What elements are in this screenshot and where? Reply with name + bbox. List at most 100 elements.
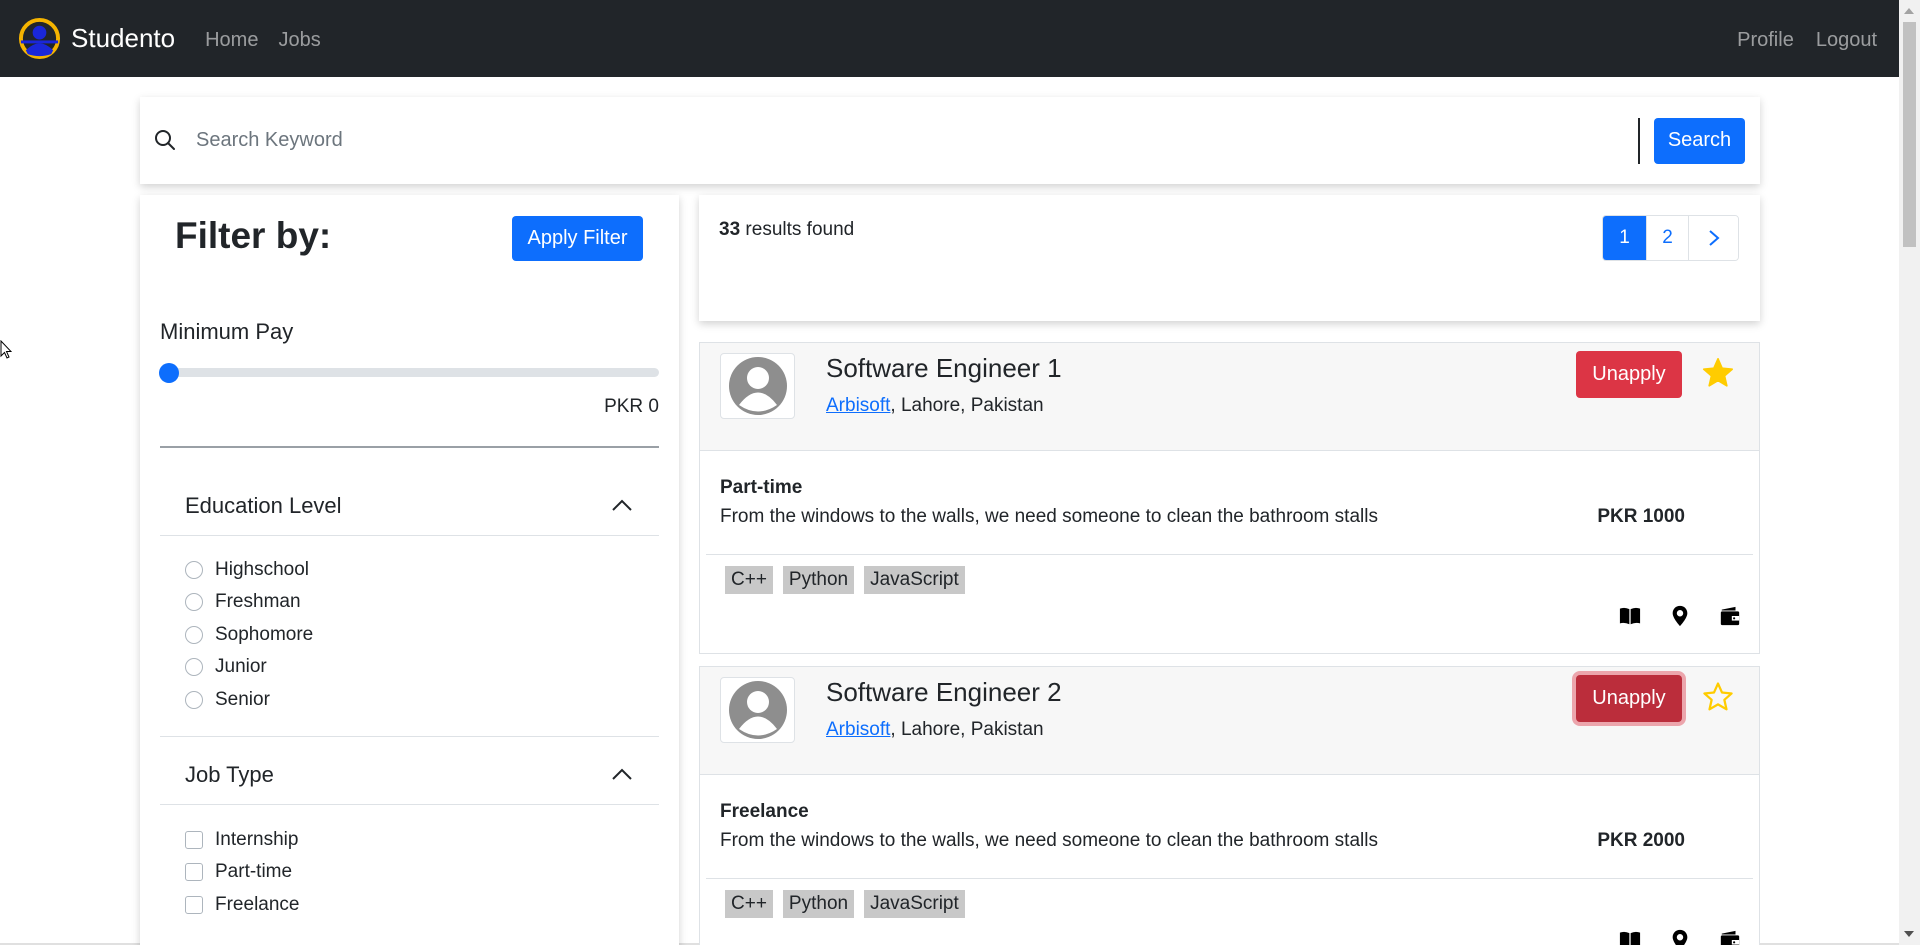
minimum-pay-value: PKR 0	[604, 396, 659, 417]
job-card-header: Software Engineer 1 Arbisoft, Lahore, Pa…	[700, 343, 1759, 451]
skill-tag: C++	[725, 566, 773, 594]
nav-link-logout[interactable]: Logout	[1816, 29, 1877, 52]
skill-tag: Python	[782, 890, 855, 918]
education-option-senior[interactable]: Senior	[185, 689, 270, 711]
divider	[160, 736, 659, 737]
book-icon	[1619, 607, 1641, 625]
job-description: From the windows to the walls, we need s…	[720, 506, 1378, 527]
wallet-icon	[1720, 930, 1740, 945]
filter-panel: Filter by: Apply Filter Minimum Pay PKR …	[140, 195, 679, 945]
checkbox[interactable]	[185, 831, 203, 849]
job-pay: PKR 2000	[1597, 830, 1685, 851]
nav-link-home[interactable]: Home	[205, 29, 258, 52]
chevron-right-icon	[1708, 230, 1720, 246]
brand[interactable]: Studento	[18, 17, 175, 60]
job-type-option-part-time[interactable]: Part-time	[185, 861, 292, 883]
navbar: Studento Home Jobs Profile Logout	[0, 0, 1899, 77]
job-meta-icons	[1619, 929, 1741, 945]
radio-button[interactable]	[185, 561, 203, 579]
job-type-title: Job Type	[185, 762, 274, 787]
skill-tag: JavaScript	[864, 566, 965, 594]
wallet-icon	[1720, 606, 1740, 626]
company-link[interactable]: Arbisoft	[826, 719, 890, 740]
checkbox[interactable]	[185, 863, 203, 881]
scroll-down-icon[interactable]	[1904, 931, 1914, 937]
user-placeholder-icon	[728, 681, 787, 739]
book-icon	[1619, 931, 1641, 945]
job-card-header: Software Engineer 2 Arbisoft, Lahore, Pa…	[700, 667, 1759, 775]
search-input[interactable]	[196, 129, 1396, 152]
nav-link-jobs[interactable]: Jobs	[278, 29, 320, 52]
skill-tag: JavaScript	[864, 890, 965, 918]
results-summary: 33 results found	[719, 219, 854, 241]
search-divider	[1638, 117, 1640, 164]
star-filled-icon[interactable]	[1701, 356, 1735, 390]
education-option-sophomore[interactable]: Sophomore	[185, 624, 313, 646]
scroll-up-icon[interactable]	[1904, 8, 1914, 14]
job-type-option-internship[interactable]: Internship	[185, 829, 298, 851]
skill-tag: C++	[725, 890, 773, 918]
job-type: Freelance	[720, 801, 809, 822]
education-level-title: Education Level	[185, 493, 342, 518]
divider	[706, 878, 1753, 879]
minimum-pay-slider[interactable]	[159, 363, 659, 383]
unapply-button[interactable]: Unapply	[1576, 351, 1682, 398]
vertical-scrollbar[interactable]	[1899, 0, 1920, 945]
job-card[interactable]: Software Engineer 1 Arbisoft, Lahore, Pa…	[699, 342, 1760, 654]
education-option-freshman[interactable]: Freshman	[185, 591, 301, 613]
page-1-button[interactable]: 1	[1603, 216, 1646, 260]
job-location: Arbisoft, Lahore, Pakistan	[826, 719, 1044, 740]
job-title[interactable]: Software Engineer 2	[826, 677, 1062, 708]
job-card[interactable]: Software Engineer 2 Arbisoft, Lahore, Pa…	[699, 666, 1760, 945]
location-pin-icon	[1672, 605, 1688, 627]
nav-link-profile[interactable]: Profile	[1737, 29, 1794, 52]
company-avatar	[720, 353, 795, 419]
studento-logo-icon	[18, 17, 61, 60]
company-link[interactable]: Arbisoft	[826, 395, 890, 416]
chevron-up-icon[interactable]	[611, 767, 633, 781]
job-description: From the windows to the walls, we need s…	[720, 830, 1378, 851]
mouse-cursor-icon	[0, 340, 12, 359]
scrollbar-thumb[interactable]	[1903, 22, 1916, 247]
chevron-up-icon[interactable]	[611, 498, 633, 512]
education-level-header[interactable]: Education Level	[160, 474, 659, 536]
radio-button[interactable]	[185, 691, 203, 709]
brand-name: Studento	[71, 23, 176, 53]
apply-filter-button[interactable]: Apply Filter	[512, 216, 643, 261]
filter-title: Filter by:	[175, 215, 332, 256]
search-bar: Search	[140, 97, 1760, 184]
skill-tag: Python	[782, 566, 855, 594]
star-outline-icon[interactable]	[1701, 680, 1735, 714]
divider	[160, 446, 659, 448]
skill-tags: C++ Python JavaScript	[725, 566, 965, 594]
results-label: results found	[745, 219, 855, 240]
radio-button[interactable]	[185, 626, 203, 644]
job-pay: PKR 1000	[1597, 506, 1685, 527]
divider	[706, 554, 1753, 555]
pagination: 1 2	[1602, 215, 1739, 261]
job-type-header[interactable]: Job Type	[160, 743, 659, 805]
job-location: Arbisoft, Lahore, Pakistan	[826, 395, 1044, 416]
minimum-pay-label: Minimum Pay	[160, 319, 294, 344]
search-icon	[155, 129, 175, 150]
job-meta-icons	[1619, 605, 1741, 627]
search-button[interactable]: Search	[1654, 117, 1745, 164]
results-header: 33 results found 1 2	[699, 195, 1760, 321]
page-2-button[interactable]: 2	[1646, 216, 1688, 260]
skill-tags: C++ Python JavaScript	[725, 890, 965, 918]
slider-handle[interactable]	[159, 363, 179, 383]
job-type: Part-time	[720, 477, 803, 498]
education-option-junior[interactable]: Junior	[185, 656, 267, 678]
next-page-button[interactable]	[1688, 216, 1738, 260]
job-type-option-freelance[interactable]: Freelance	[185, 894, 300, 916]
checkbox[interactable]	[185, 896, 203, 914]
radio-button[interactable]	[185, 593, 203, 611]
radio-button[interactable]	[185, 658, 203, 676]
user-placeholder-icon	[728, 357, 787, 415]
education-option-highschool[interactable]: Highschool	[185, 559, 309, 581]
company-avatar	[720, 677, 795, 743]
location-pin-icon	[1672, 929, 1688, 945]
unapply-button[interactable]: Unapply	[1576, 675, 1682, 722]
results-count: 33	[719, 219, 741, 240]
job-title[interactable]: Software Engineer 1	[826, 353, 1062, 384]
